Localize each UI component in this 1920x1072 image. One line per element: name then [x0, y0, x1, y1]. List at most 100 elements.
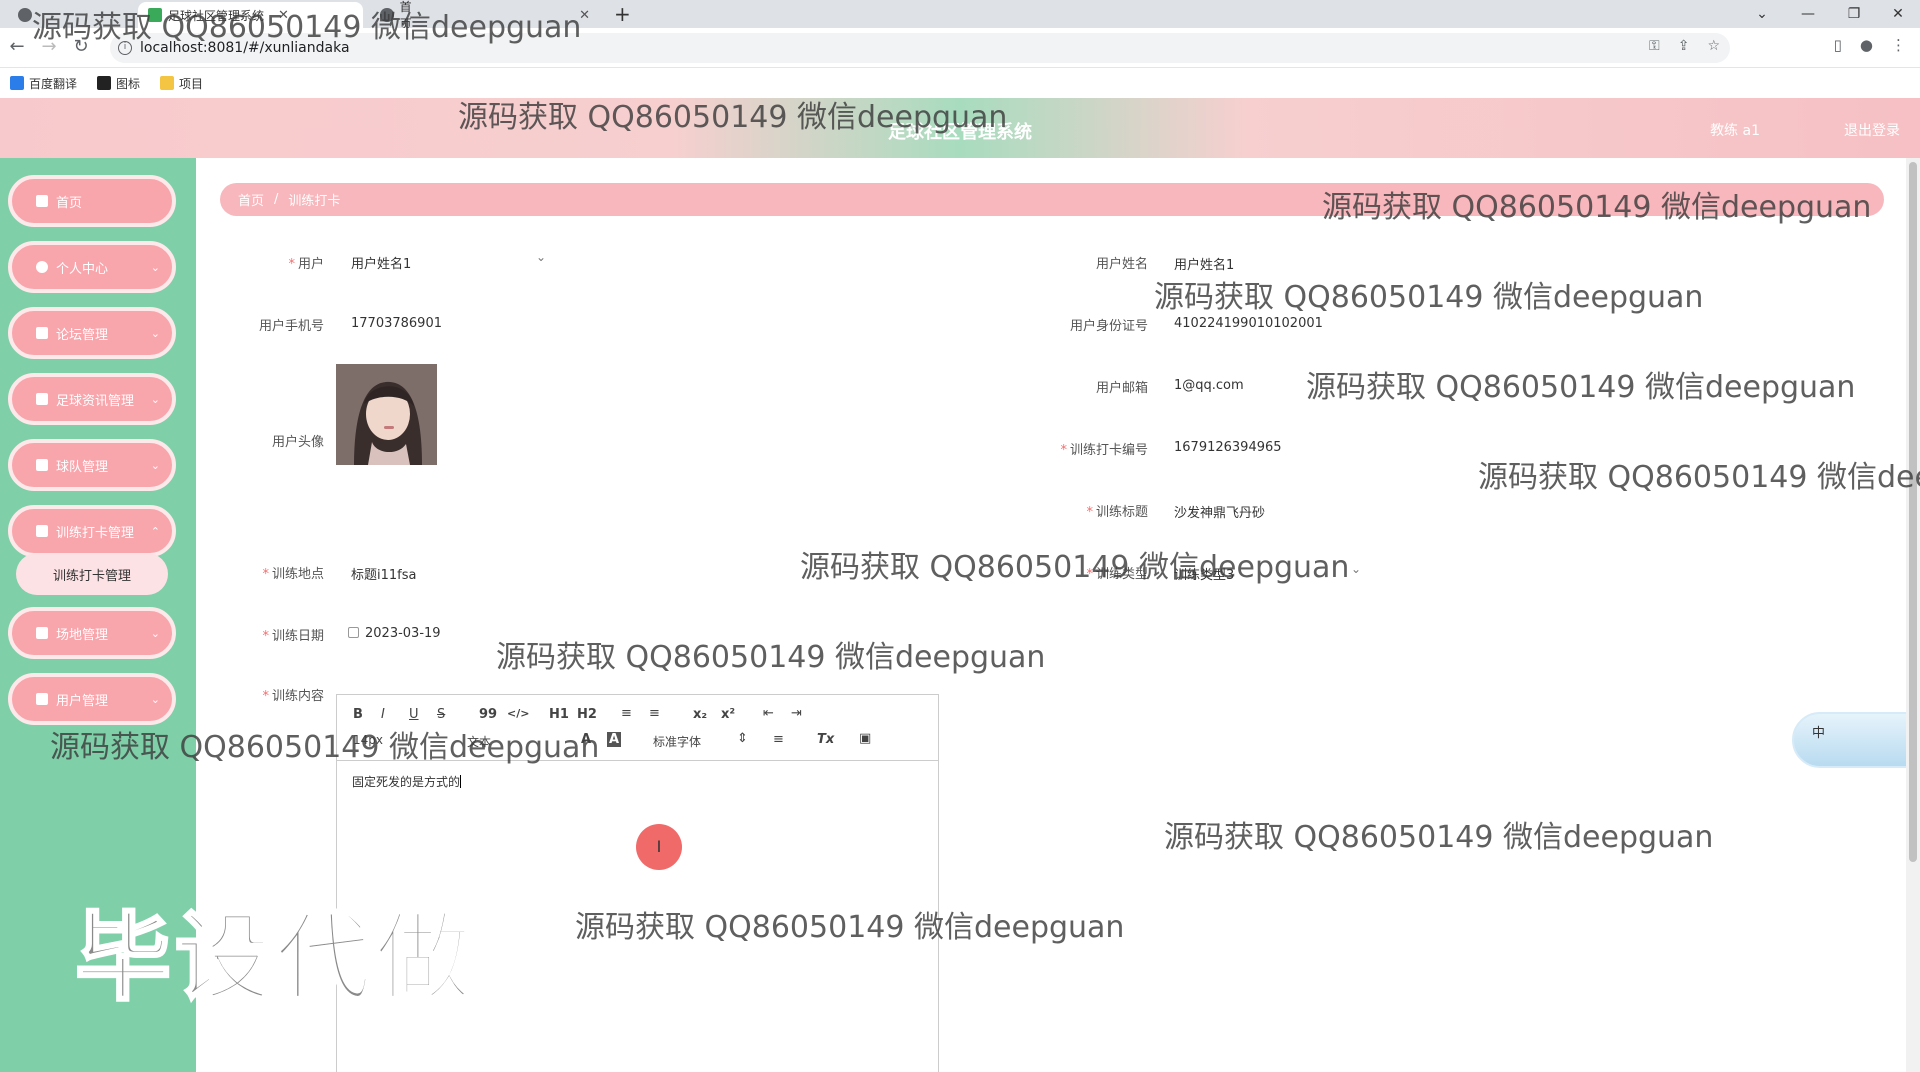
ordered-list-button[interactable]: ≡ [621, 706, 632, 721]
star-icon[interactable]: ☆ [1707, 38, 1720, 54]
breadcrumb: 首页 / 训练打卡 [220, 183, 1884, 216]
app-header: 足球社区管理系统 教练 a1 退出登录 [0, 98, 1920, 158]
title-value: 沙发神鼎飞丹砂 [1174, 506, 1266, 521]
share-icon[interactable]: ⇪ [1678, 38, 1690, 54]
sidebar-item-news[interactable]: 足球资讯管理 ⌄ [8, 373, 176, 425]
breadcrumb-current: 训练打卡 [288, 194, 341, 209]
page-scrollbar[interactable] [1906, 158, 1920, 1072]
indent-button[interactable]: ⇥ [791, 706, 802, 721]
close-tab-icon[interactable]: ✕ [579, 8, 590, 23]
font-size-select[interactable]: 14px [353, 733, 383, 747]
bookmark-folder[interactable]: 项目 [160, 75, 203, 92]
user-label: * 用户 [288, 257, 324, 272]
user-icon [36, 261, 48, 273]
chrome-icon [18, 8, 32, 22]
background-color-button[interactable]: A [607, 732, 622, 747]
chevron-up-icon: ⌃ [150, 524, 160, 538]
bullet-list-button[interactable]: ≡ [649, 706, 660, 721]
editor-content[interactable]: 固定死发的是方式的 [352, 773, 462, 790]
align-button[interactable]: ≡ [773, 732, 784, 747]
icon-site-icon [97, 76, 112, 90]
email-value: 1@qq.com [1174, 378, 1244, 393]
avatar-label: 用户头像 [271, 435, 324, 450]
new-tab-button[interactable]: + [614, 2, 631, 26]
place-label: * 训练地点 [262, 567, 324, 582]
font-family-select[interactable]: 标准字体 [653, 733, 701, 750]
browser-tab[interactable] [8, 2, 138, 28]
back-icon[interactable]: ← [6, 36, 28, 58]
close-window-button[interactable]: ✕ [1876, 0, 1920, 28]
app-title: 足球社区管理系统 [888, 122, 1032, 143]
restore-button[interactable]: ❐ [1832, 0, 1876, 28]
sidebar-item-training[interactable]: 训练打卡管理 ⌃ [8, 505, 176, 557]
bookmark-item[interactable]: 图标 [97, 75, 140, 92]
scrollbar-thumb[interactable] [1909, 162, 1917, 862]
image-button[interactable]: ▣ [859, 731, 871, 746]
clean-format-button[interactable]: Tx [817, 732, 834, 747]
user-name-label: 用户姓名 [1095, 257, 1148, 272]
avatar [336, 364, 437, 465]
subscript-button[interactable]: x₂ [693, 707, 707, 722]
minimize-button[interactable]: — [1786, 0, 1830, 28]
submenu-item-training[interactable]: 训练打卡管理 [16, 553, 168, 595]
watermark-text: 源码获取 QQ86050149 微信deepguan [1164, 820, 1714, 855]
id-card-value: 410224199010102001 [1174, 316, 1323, 331]
type-select[interactable]: 训练类型3 [1174, 564, 1234, 583]
h1-button[interactable]: H1 [549, 707, 569, 722]
bookmark-item[interactable]: 百度翻译 [10, 75, 77, 92]
editor-toolbar: B I U S 99 </> H1 H2 ≡ ≡ x₂ x² ⇤ ⇥ 14px … [337, 695, 938, 761]
strike-button[interactable]: S [437, 707, 445, 722]
reload-icon[interactable]: ↻ [70, 36, 92, 58]
info-icon[interactable]: i [118, 41, 132, 55]
grid-icon [36, 393, 48, 405]
superscript-button[interactable]: x² [721, 707, 735, 722]
outdent-button[interactable]: ⇤ [763, 706, 774, 721]
logout-link[interactable]: 退出登录 [1844, 120, 1900, 140]
content-label: * 训练内容 [262, 689, 324, 704]
h2-button[interactable]: H2 [577, 707, 597, 722]
underline-button[interactable]: U [409, 707, 419, 722]
blockquote-button[interactable]: 99 [479, 707, 497, 722]
type-label: * 训练类型 [1086, 567, 1148, 582]
address-bar[interactable]: i localhost:8081/#/xunliandaka ⚿ ⇪ ☆ [110, 33, 1730, 63]
watermark-text: 源码获取 QQ86050149 微信deepguan [496, 640, 1046, 675]
sidebar-item-team[interactable]: 球队管理 ⌄ [8, 439, 176, 491]
breadcrumb-home[interactable]: 首页 [238, 190, 264, 209]
sidebar-item-home[interactable]: 首页 [8, 175, 176, 227]
profile-icon[interactable]: ● [1860, 36, 1873, 54]
menu-icon[interactable]: ⋮ [1891, 36, 1906, 54]
header-select[interactable]: 文本 [467, 733, 491, 750]
title-label: * 训练标题 [1086, 505, 1148, 520]
code-button[interactable]: </> [507, 707, 529, 720]
chrome-icon [380, 8, 394, 22]
chevron-down-icon: ⌄ [1351, 562, 1362, 576]
sidebar-item-forum[interactable]: 论坛管理 ⌄ [8, 307, 176, 359]
text-color-button[interactable]: A [581, 732, 591, 747]
chevron-down-icon: ⌄ [150, 392, 160, 406]
key-icon[interactable]: ⚿ [1649, 38, 1660, 54]
chevron-down-icon: ⌄ [150, 458, 160, 472]
vue-icon [148, 8, 162, 22]
italic-button[interactable]: I [381, 707, 385, 722]
chevron-down-icon: ⌄ [150, 626, 160, 640]
bold-button[interactable]: B [353, 707, 363, 722]
phone-label: 用户手机号 [258, 319, 324, 334]
sidepanel-icon[interactable]: ▯ [1834, 36, 1842, 54]
sidebar-item-venue[interactable]: 场地管理 ⌄ [8, 607, 176, 659]
chevron-down-icon: ⌄ [150, 326, 160, 340]
browser-tab[interactable]: 首页 ✕ [370, 0, 600, 31]
floating-ime-widget[interactable]: 中 [1792, 712, 1920, 768]
chevron-down-icon: ⌄ [150, 692, 160, 706]
clipboard-icon [36, 459, 48, 471]
forward-icon[interactable]: → [38, 36, 60, 58]
tab-search-icon[interactable]: ⌄ [1740, 0, 1784, 28]
date-label: * 训练日期 [262, 629, 324, 644]
date-picker[interactable]: 2023-03-19 [348, 626, 441, 641]
sidebar-item-profile[interactable]: 个人中心 ⌄ [8, 241, 176, 293]
grid-icon [36, 627, 48, 639]
user-select[interactable]: 用户姓名1 ⌄ [340, 248, 550, 274]
browser-tab-active[interactable]: 足球社区管理系统 ✕ [138, 2, 363, 28]
close-tab-icon[interactable]: ✕ [278, 8, 289, 23]
grid-icon [36, 327, 48, 339]
sidebar-item-users[interactable]: 用户管理 ⌄ [8, 673, 176, 725]
